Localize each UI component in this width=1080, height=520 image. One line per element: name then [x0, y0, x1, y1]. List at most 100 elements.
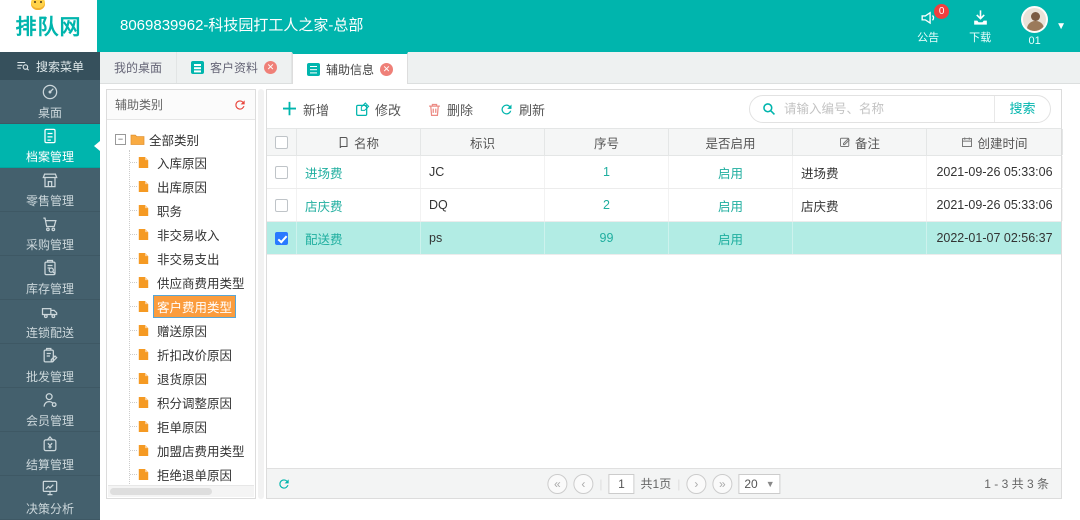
- page-input[interactable]: 1: [608, 473, 635, 494]
- tab-bar: 我的桌面 客户资料 ✕ 辅助信息 ✕: [100, 52, 1080, 84]
- close-icon[interactable]: ✕: [380, 62, 394, 76]
- cell-seq: 1: [545, 156, 669, 188]
- tree-node[interactable]: 加盟店费用类型: [130, 438, 255, 462]
- cell-code: JC: [421, 156, 545, 188]
- tree-node[interactable]: 入库原因: [130, 150, 255, 174]
- column-label: 名称: [353, 136, 379, 151]
- tree-node[interactable]: 赠送原因: [130, 318, 255, 342]
- cell-name[interactable]: 配送费: [297, 222, 421, 254]
- download-label: 下载: [969, 31, 992, 44]
- sidebar-item-inventory[interactable]: 库存管理: [0, 256, 100, 300]
- tab-my-desktop[interactable]: 我的桌面: [100, 52, 178, 83]
- tree-vertical-scrollbar[interactable]: [258, 89, 264, 499]
- sidebar-item-settlement[interactable]: 结算管理: [0, 432, 100, 476]
- sidebar-item-label: 档案管理: [25, 150, 74, 164]
- user-id-label: 01: [1028, 34, 1041, 47]
- sidebar-item-wholesale[interactable]: 批发管理: [0, 344, 100, 388]
- search-input[interactable]: [784, 102, 994, 116]
- grid-refresh-button[interactable]: [277, 477, 291, 491]
- tree-node[interactable]: 出库原因: [130, 174, 255, 198]
- tab-auxiliary-info[interactable]: 辅助信息 ✕: [292, 52, 409, 84]
- cell-enabled[interactable]: 启用: [669, 222, 793, 254]
- sidebar-item-purchasing[interactable]: 采购管理: [0, 212, 100, 256]
- tree-node-label: 拒绝退单原因: [157, 468, 233, 483]
- cart-icon: [43, 217, 57, 232]
- tree-refresh-icon[interactable]: [233, 98, 247, 112]
- refresh-button[interactable]: 刷新: [499, 100, 545, 119]
- sidebar-item-retail[interactable]: 零售管理: [0, 168, 100, 212]
- last-page-button[interactable]: »: [712, 473, 733, 494]
- add-button[interactable]: ＋ 新增: [281, 100, 329, 119]
- sidebar-item-archives[interactable]: 档案管理: [0, 124, 100, 168]
- cell-enabled[interactable]: 启用: [669, 189, 793, 221]
- brand-logo[interactable]: 排队网: [0, 0, 97, 52]
- tab-customer-data[interactable]: 客户资料 ✕: [177, 52, 293, 83]
- table-row[interactable]: 进场费 JC 1 启用 进场费 2021-09-26 05:33:06: [267, 156, 1063, 189]
- table-row-selected[interactable]: 配送费 ps 99 启用 2022-01-07 02:56:37: [267, 222, 1063, 255]
- sidebar-item-analysis[interactable]: 决策分析: [0, 476, 100, 520]
- tree-node[interactable]: 积分调整原因: [130, 390, 255, 414]
- page-size-select[interactable]: 20 ▼: [738, 473, 781, 494]
- collapse-icon[interactable]: −: [115, 133, 126, 145]
- sidebar-item-distribution[interactable]: 连锁配送: [0, 300, 100, 344]
- row-checkbox-checked[interactable]: [275, 231, 288, 245]
- prev-page-button[interactable]: ‹: [573, 473, 594, 494]
- tree-horizontal-scrollbar[interactable]: [108, 485, 254, 497]
- sidebar: 搜索菜单 桌面 档案管理 零售管理 采购管理 库存管理 连锁配送 批发管理 会员…: [0, 52, 100, 520]
- tree-list: 入库原因 出库原因 职务 非交易收入 非交易支出 供应商费用类型 客户费用类型 …: [129, 150, 255, 486]
- chart-board-icon: [42, 480, 58, 496]
- column-label: 创建时间: [977, 136, 1028, 151]
- tree-root-node[interactable]: − 全部类别: [115, 128, 255, 150]
- file-icon: [138, 156, 149, 168]
- next-page-button[interactable]: ›: [686, 473, 707, 494]
- delete-button[interactable]: 删除: [427, 100, 473, 119]
- tree-node[interactable]: 退货原因: [130, 366, 255, 390]
- tree-node-label: 非交易收入: [157, 228, 220, 243]
- table-row[interactable]: 店庆费 DQ 2 启用 店庆费 2021-09-26 05:33:06: [267, 189, 1063, 222]
- first-page-button[interactable]: «: [547, 473, 568, 494]
- download-icon: [973, 9, 987, 25]
- member-icon: [43, 393, 57, 408]
- cell-created: 2021-09-26 05:33:06: [927, 189, 1063, 221]
- caret-down-icon: ▼: [765, 478, 775, 489]
- download-button[interactable]: 下载: [969, 8, 991, 45]
- search-button[interactable]: 搜索: [994, 96, 1050, 122]
- edit-button[interactable]: 修改: [355, 100, 401, 119]
- file-icon: [138, 348, 149, 360]
- file-icon: [138, 252, 149, 264]
- select-all-checkbox[interactable]: [275, 135, 288, 149]
- sidebar-item-members[interactable]: 会员管理: [0, 388, 100, 432]
- sidebar-item-desktop[interactable]: 桌面: [0, 80, 100, 124]
- row-checkbox[interactable]: [275, 198, 288, 212]
- column-header-created[interactable]: 创建时间: [927, 129, 1063, 155]
- row-checkbox[interactable]: [275, 165, 288, 179]
- tree-node[interactable]: 拒绝退单原因: [130, 462, 255, 486]
- announcement-button[interactable]: 0 公告: [917, 3, 950, 45]
- cell-name[interactable]: 店庆费: [297, 189, 421, 221]
- cell-name[interactable]: 进场费: [297, 156, 421, 188]
- cell-enabled[interactable]: 启用: [669, 156, 793, 188]
- cell-code: ps: [421, 222, 545, 254]
- column-header-enabled[interactable]: 是否启用: [669, 129, 793, 155]
- file-icon: [138, 444, 149, 456]
- column-header-code[interactable]: 标识: [421, 129, 545, 155]
- column-header-remark[interactable]: 备注: [793, 129, 927, 155]
- user-avatar-block: 01: [1021, 5, 1049, 47]
- column-header-name[interactable]: 名称: [297, 129, 421, 155]
- user-menu[interactable]: 01 ▼: [1021, 5, 1066, 47]
- column-header-seq[interactable]: 序号: [545, 129, 669, 155]
- tree-node-selected[interactable]: 客户费用类型: [130, 294, 255, 318]
- page-size-value: 20: [744, 476, 758, 491]
- tree-node[interactable]: 非交易支出: [130, 246, 255, 270]
- tree-node[interactable]: 拒单原因: [130, 414, 255, 438]
- top-bar: 排队网 8069839962-科技园打工人之家-总部 0 公告 下载 01 ▼: [0, 0, 1080, 52]
- cell-remark: 进场费: [793, 156, 927, 188]
- close-icon[interactable]: ✕: [264, 61, 278, 74]
- sidebar-item-label: 决策分析: [25, 502, 74, 516]
- tree-node-label: 非交易支出: [157, 252, 220, 267]
- tree-node[interactable]: 供应商费用类型: [130, 270, 255, 294]
- sidebar-search-menu[interactable]: 搜索菜单: [0, 52, 100, 80]
- tree-node[interactable]: 折扣改价原因: [130, 342, 255, 366]
- tree-node[interactable]: 非交易收入: [130, 222, 255, 246]
- tree-node[interactable]: 职务: [130, 198, 255, 222]
